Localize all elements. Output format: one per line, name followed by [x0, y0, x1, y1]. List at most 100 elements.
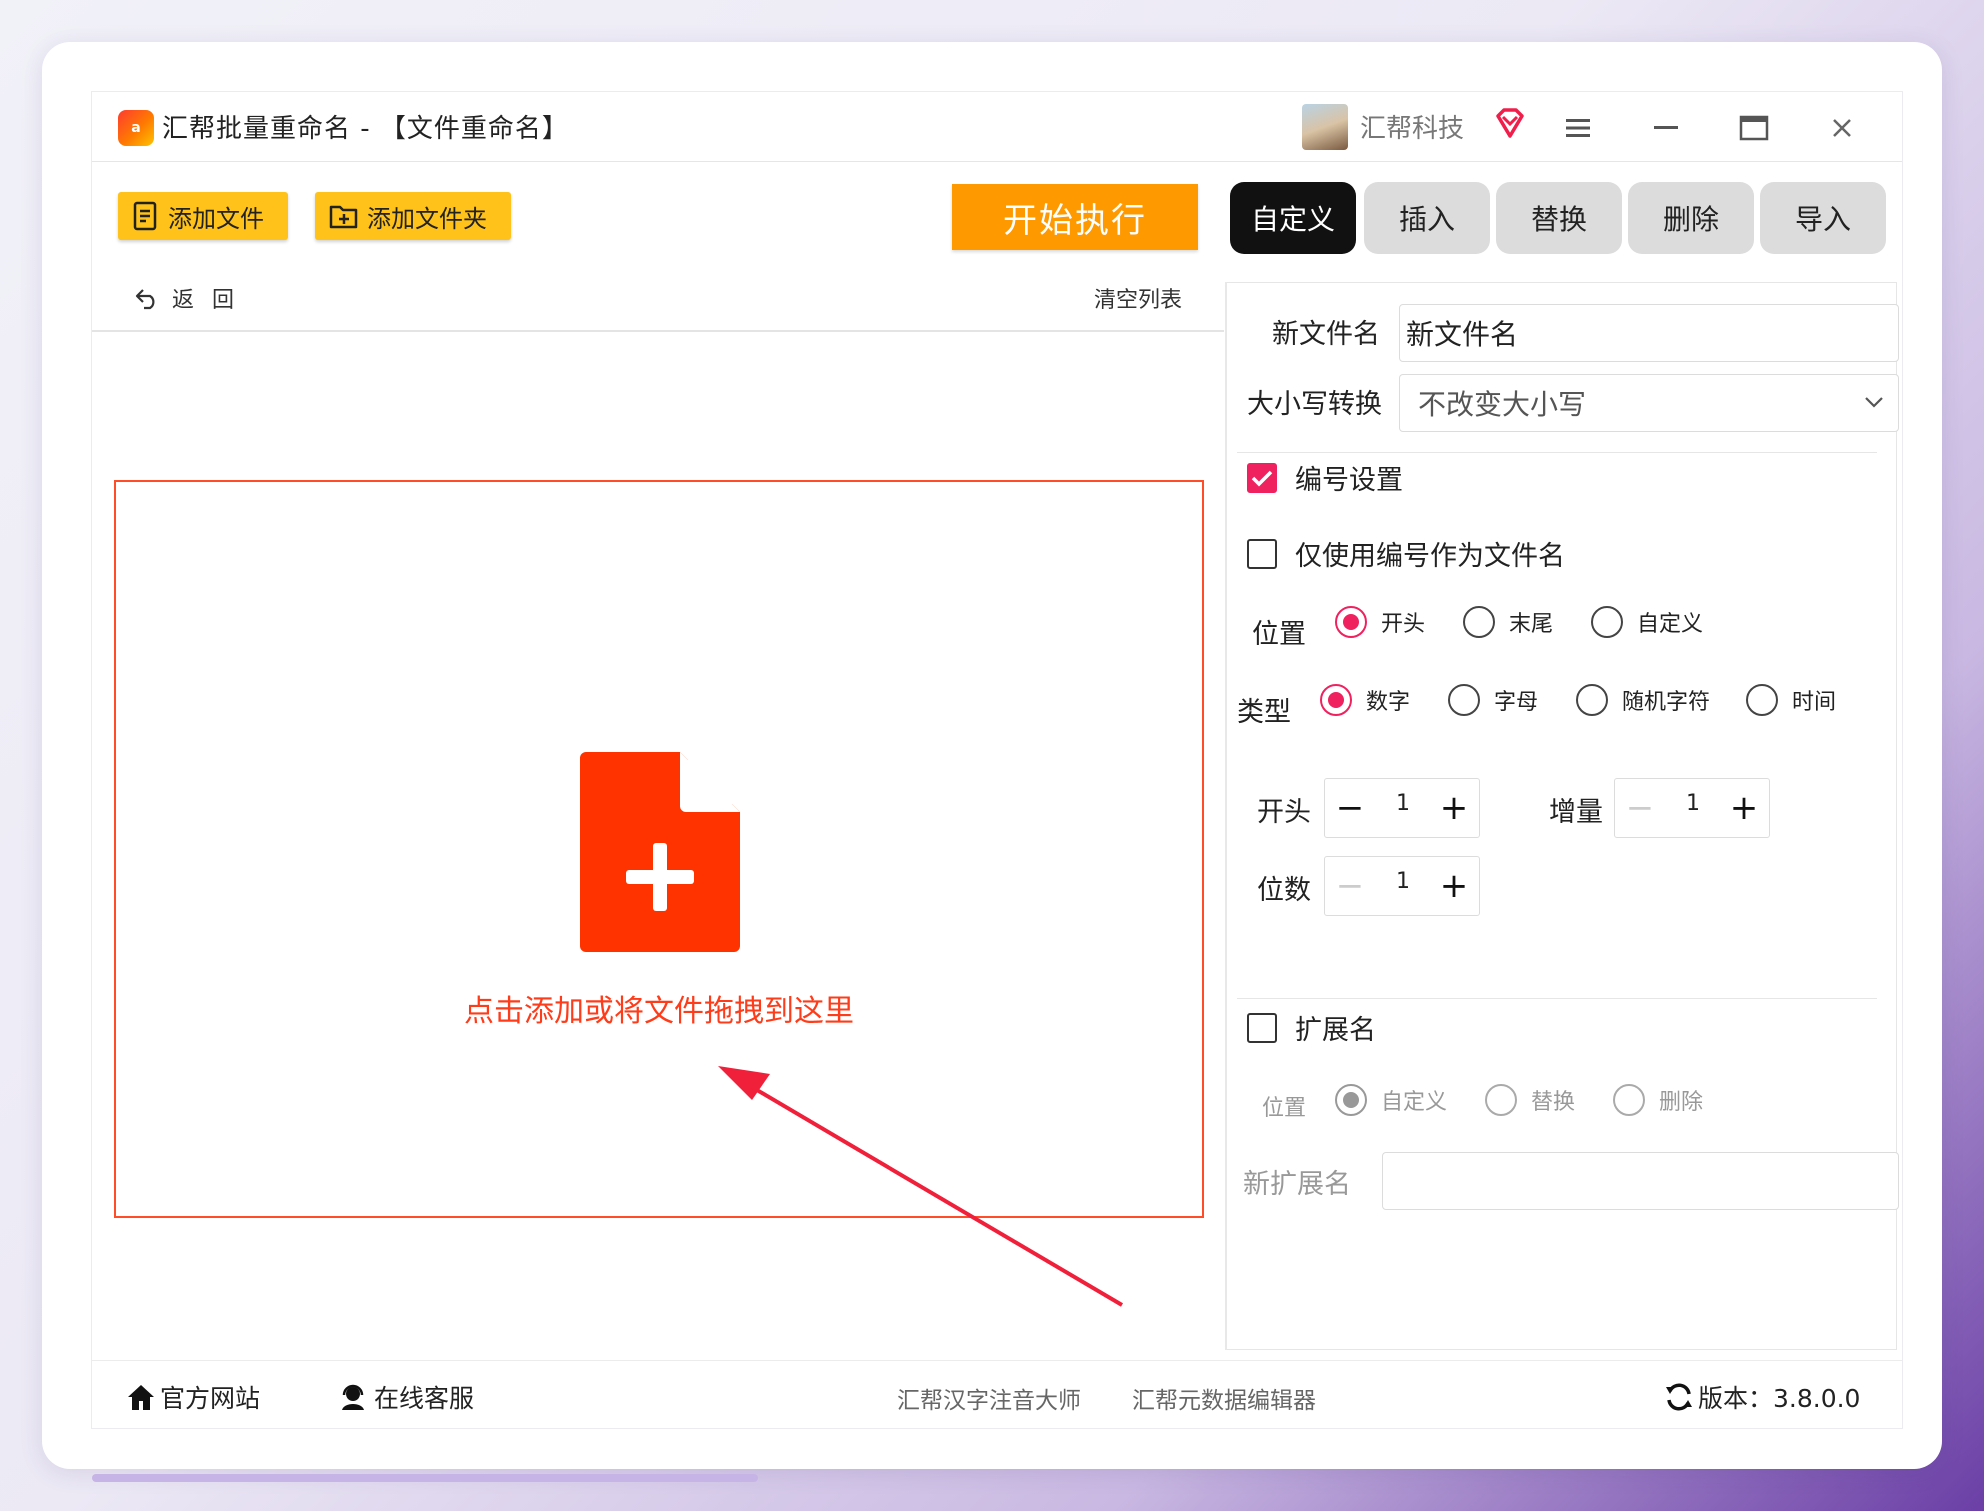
radio-button[interactable] — [1463, 606, 1495, 638]
only-number-checkbox-row[interactable]: 仅使用编号作为文件名 — [1247, 534, 1565, 573]
increment-value[interactable]: 1 — [1665, 791, 1721, 816]
ext-position-label: 位置 — [1262, 1096, 1307, 1121]
hamburger-icon — [1566, 119, 1590, 137]
horizontal-scrollbar[interactable] — [92, 1474, 758, 1482]
app-window: a 汇帮批量重命名 - 【文件重命名】 汇帮科技 添加文件 添加文件夹 开始执行… — [92, 92, 1902, 1428]
start-value-stepper[interactable]: − 1 + — [1324, 778, 1480, 838]
decrement-button[interactable]: − — [1615, 779, 1665, 837]
version-info[interactable]: 版本：3.8.0.0 — [1664, 1379, 1860, 1415]
radio-label: 删除 — [1659, 1090, 1704, 1115]
radio-button[interactable] — [1613, 1084, 1645, 1116]
tab-custom[interactable]: 自定义 — [1230, 182, 1356, 254]
maximize-icon — [1739, 115, 1769, 141]
file-add-icon — [580, 752, 740, 952]
tab-replace[interactable]: 替换 — [1496, 182, 1622, 254]
metadata-editor-link[interactable]: 汇帮元数据编辑器 — [1132, 1381, 1316, 1415]
case-convert-select[interactable]: 不改变大小写 — [1399, 374, 1899, 432]
pinyin-master-link[interactable]: 汇帮汉字注音大师 — [897, 1381, 1081, 1415]
decrement-button[interactable]: − — [1325, 857, 1375, 915]
add-file-label: 添加文件 — [168, 204, 264, 233]
radio-label: 开头 — [1381, 612, 1426, 637]
type-option-time[interactable]: 时间 — [1746, 684, 1836, 716]
radio-label: 时间 — [1792, 690, 1837, 715]
ext-position-radio-group: 自定义 替换 删除 — [1335, 1084, 1703, 1116]
clear-list-button[interactable]: 清空列表 — [1094, 282, 1182, 314]
increment-button[interactable]: + — [1719, 779, 1769, 837]
digits-stepper[interactable]: − 1 + — [1324, 856, 1480, 916]
menu-button[interactable] — [1554, 104, 1602, 152]
online-support-label: 在线客服 — [374, 1384, 475, 1413]
tab-import[interactable]: 导入 — [1760, 182, 1886, 254]
ext-option-custom[interactable]: 自定义 — [1335, 1084, 1485, 1116]
only-number-label: 仅使用编号作为文件名 — [1295, 541, 1565, 572]
add-file-button[interactable]: 添加文件 — [118, 192, 288, 240]
case-convert-label: 大小写转换 — [1247, 389, 1382, 420]
tab-delete[interactable]: 删除 — [1628, 182, 1754, 254]
new-name-input[interactable]: 新文件名 — [1399, 304, 1899, 362]
increment-stepper[interactable]: − 1 + — [1614, 778, 1770, 838]
type-option-random[interactable]: 随机字符 — [1576, 684, 1746, 716]
file-list-header: 返回 清空列表 — [92, 282, 1224, 332]
digits-value[interactable]: 1 — [1375, 869, 1431, 894]
extension-checkbox[interactable] — [1247, 1012, 1277, 1043]
vip-diamond-icon[interactable] — [1492, 106, 1528, 142]
start-value[interactable]: 1 — [1375, 791, 1431, 816]
position-radio-group: 开头 末尾 自定义 — [1335, 606, 1703, 638]
radio-button[interactable] — [1335, 606, 1367, 638]
numbering-checkbox[interactable] — [1247, 462, 1277, 493]
increment-button[interactable]: + — [1429, 857, 1479, 915]
radio-button[interactable] — [1335, 1084, 1367, 1116]
official-website-label: 官方网站 — [160, 1384, 261, 1413]
position-option-custom[interactable]: 自定义 — [1591, 606, 1703, 638]
add-folder-button[interactable]: 添加文件夹 — [315, 192, 511, 240]
digits-label: 位数 — [1257, 875, 1311, 906]
increment-label: 增量 — [1549, 797, 1603, 828]
radio-button[interactable] — [1746, 684, 1778, 716]
extension-label: 扩展名 — [1295, 1015, 1376, 1046]
maximize-button[interactable] — [1730, 104, 1778, 152]
home-icon — [128, 1385, 154, 1410]
window-title: 汇帮批量重命名 - 【文件重命名】 — [162, 114, 569, 144]
only-number-checkbox[interactable] — [1247, 538, 1277, 569]
increment-button[interactable]: + — [1429, 779, 1479, 837]
undo-arrow-icon — [135, 289, 155, 310]
folder-add-icon — [329, 205, 358, 229]
type-option-letter[interactable]: 字母 — [1448, 684, 1576, 716]
radio-button[interactable] — [1485, 1084, 1517, 1116]
close-icon — [1833, 119, 1851, 137]
decrement-button[interactable]: − — [1325, 779, 1375, 837]
back-button[interactable]: 返回 — [134, 282, 252, 314]
type-radio-group: 数字 字母 随机字符 时间 — [1320, 684, 1836, 716]
radio-button[interactable] — [1576, 684, 1608, 716]
company-name[interactable]: 汇帮科技 — [1360, 108, 1464, 145]
ext-option-delete[interactable]: 删除 — [1613, 1084, 1703, 1116]
radio-label: 自定义 — [1381, 1090, 1448, 1115]
extension-checkbox-row[interactable]: 扩展名 — [1247, 1008, 1376, 1047]
type-option-number[interactable]: 数字 — [1320, 684, 1448, 716]
position-option-start[interactable]: 开头 — [1335, 606, 1463, 638]
version-label: 版本：3.8.0.0 — [1698, 1384, 1861, 1413]
online-support-link[interactable]: 在线客服 — [338, 1379, 474, 1415]
close-button[interactable] — [1818, 104, 1866, 152]
checkmark-icon — [1251, 470, 1273, 486]
new-ext-label: 新扩展名 — [1243, 1169, 1351, 1200]
ext-option-replace[interactable]: 替换 — [1485, 1084, 1613, 1116]
minimize-button[interactable] — [1642, 104, 1690, 152]
radio-button[interactable] — [1591, 606, 1623, 638]
footer-bar: 官方网站 在线客服 汇帮汉字注音大师 汇帮元数据编辑器 版本：3.8.0.0 — [92, 1360, 1902, 1428]
radio-label: 数字 — [1366, 690, 1411, 715]
position-option-end[interactable]: 末尾 — [1463, 606, 1591, 638]
user-avatar[interactable] — [1302, 104, 1348, 150]
start-execute-button[interactable]: 开始执行 — [952, 184, 1198, 250]
official-website-link[interactable]: 官方网站 — [126, 1379, 260, 1415]
file-list-icon — [133, 201, 157, 231]
radio-button[interactable] — [1320, 684, 1352, 716]
file-drop-zone[interactable]: 点击添加或将文件拖拽到这里 — [114, 480, 1204, 1218]
separator — [1237, 452, 1877, 453]
radio-button[interactable] — [1448, 684, 1480, 716]
numbering-checkbox-row[interactable]: 编号设置 — [1247, 458, 1403, 497]
new-ext-input[interactable] — [1382, 1152, 1899, 1210]
add-folder-label: 添加文件夹 — [367, 204, 487, 233]
radio-label: 字母 — [1494, 690, 1539, 715]
tab-insert[interactable]: 插入 — [1364, 182, 1490, 254]
